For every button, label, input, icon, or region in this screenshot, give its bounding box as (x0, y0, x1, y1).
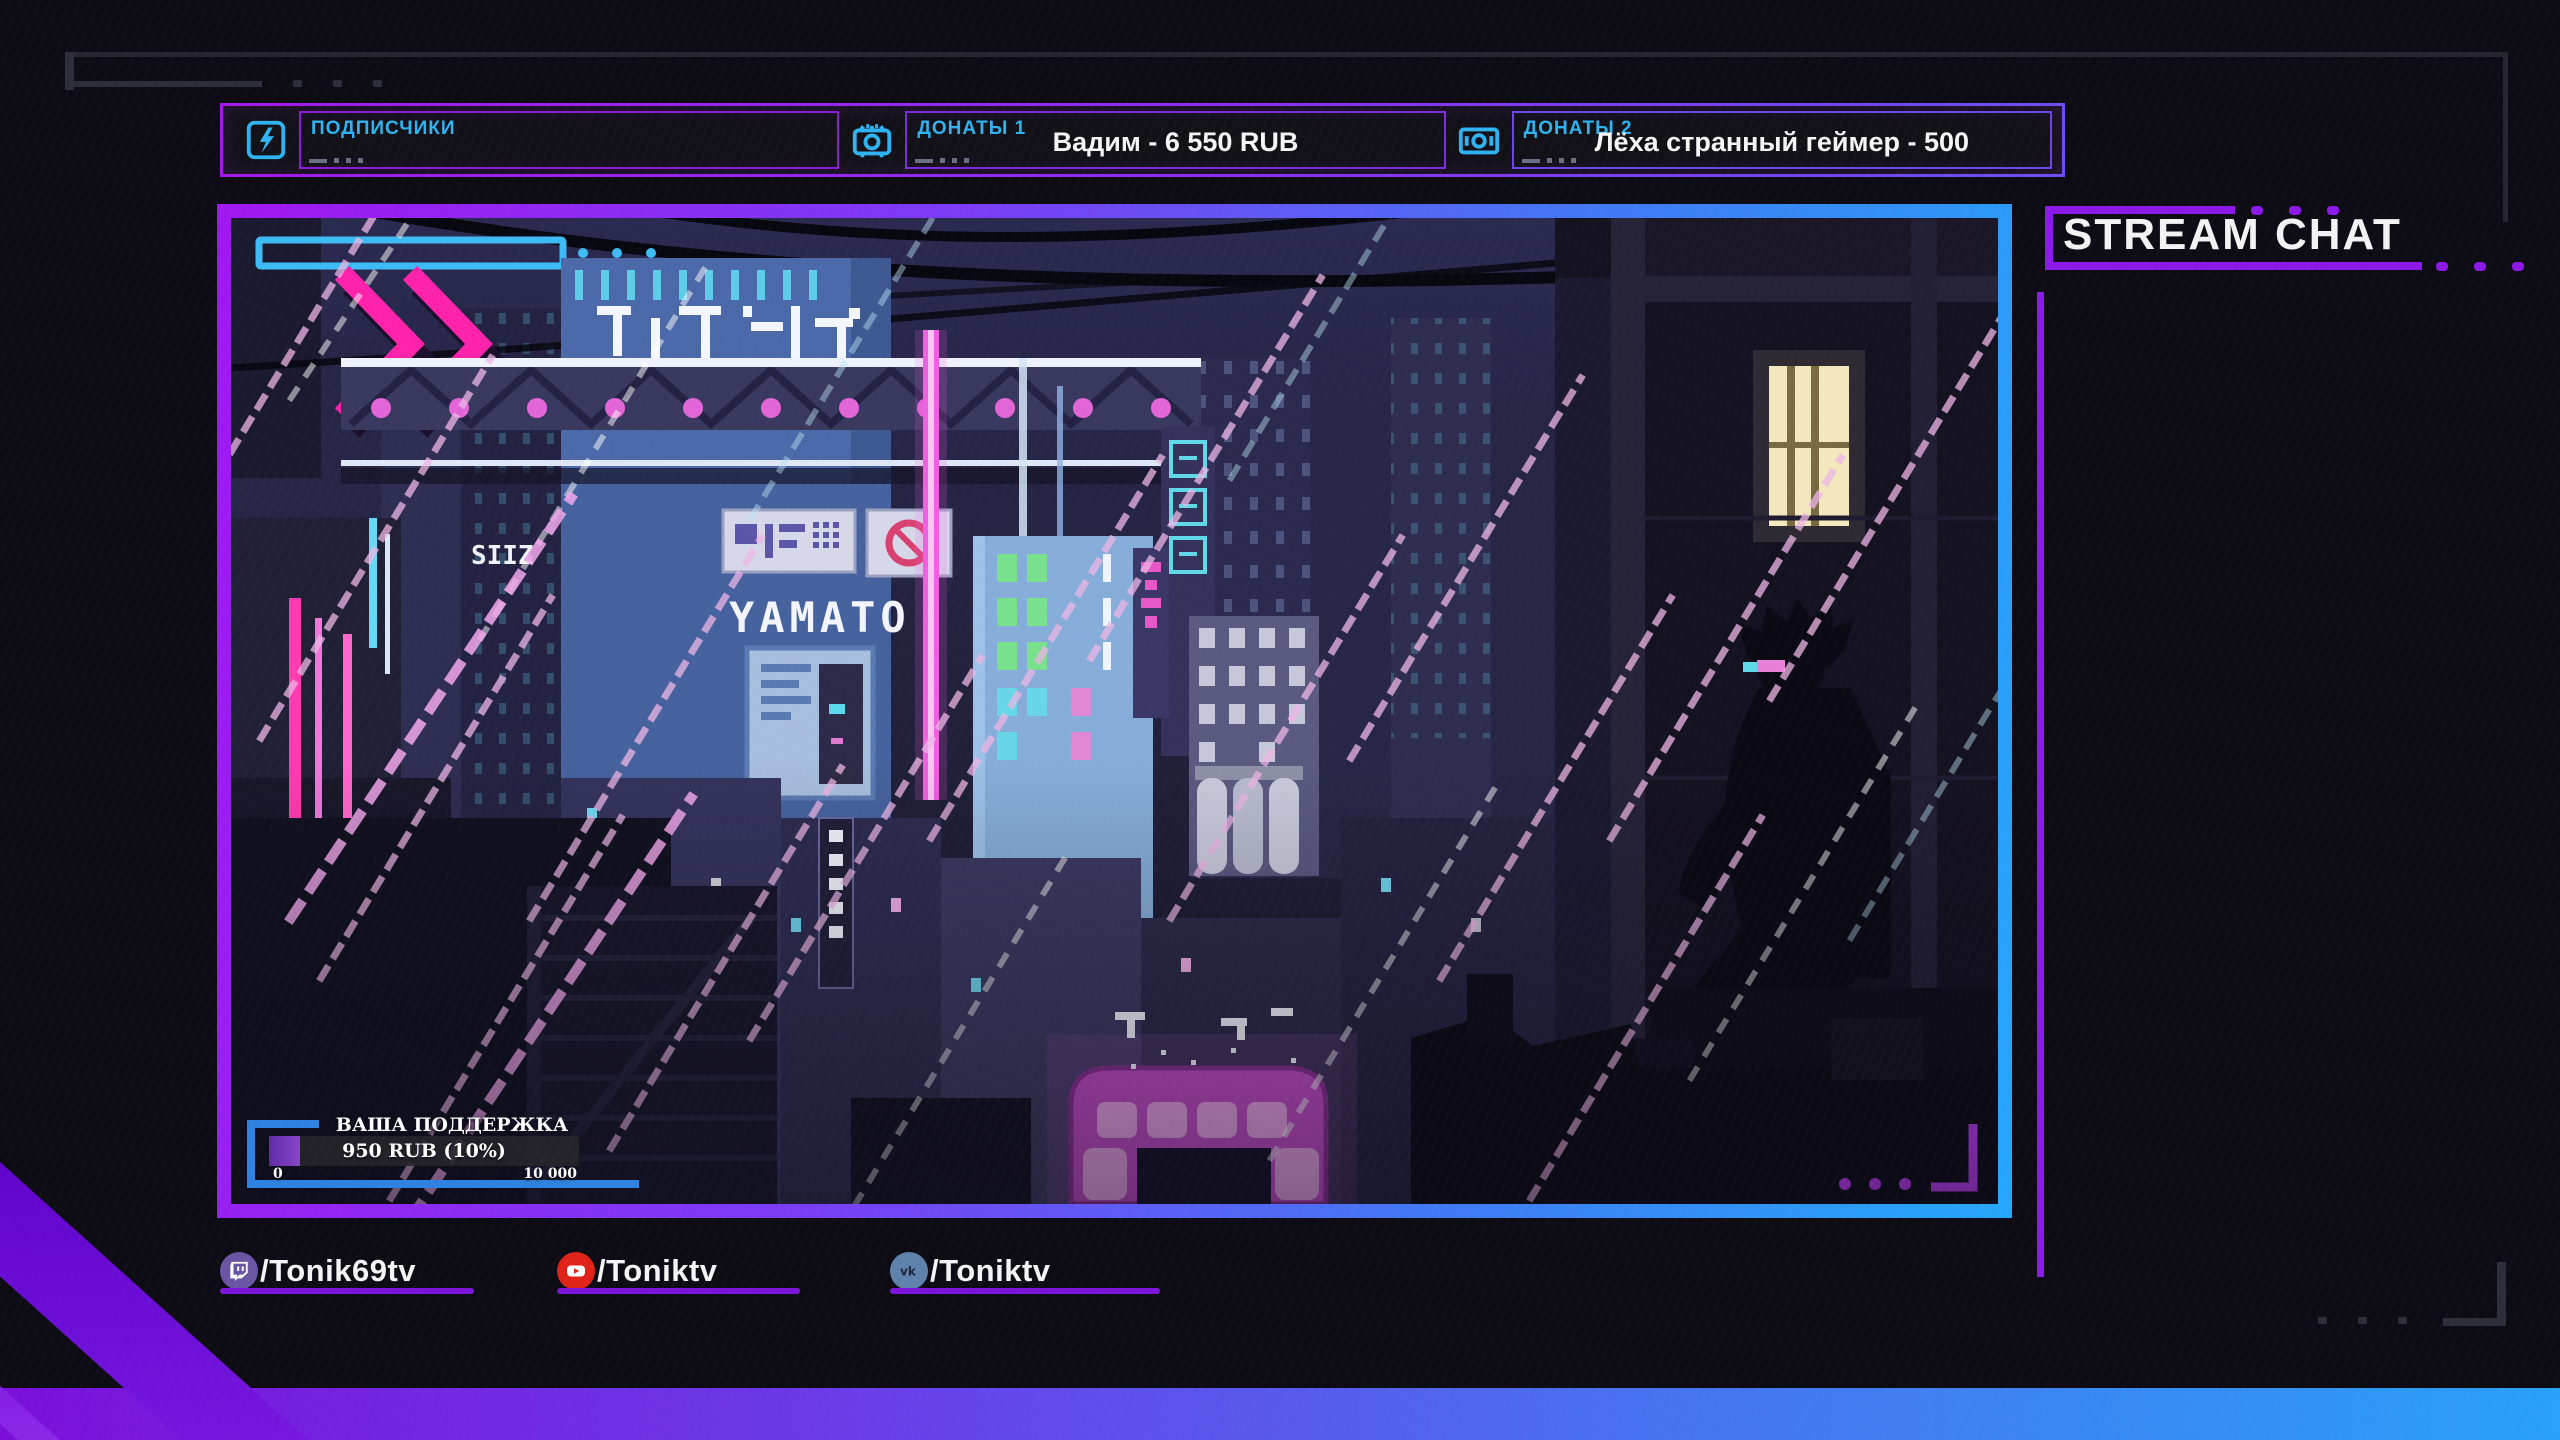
stream-overlay: ПОДПИСЧИКИ ДОНАТЫ 1 Вадим - 6 550 RUB ДО… (0, 0, 2560, 1440)
bottom-gradient-band (0, 1388, 2560, 1440)
bottom-right-dots (2398, 1317, 2407, 1324)
panel-decoration (915, 158, 970, 163)
top-left-dots (293, 80, 302, 87)
frame-top-line (65, 52, 2508, 57)
goal-bracket (247, 1120, 255, 1186)
bottom-right-bracket (2443, 1318, 2506, 1326)
vignette (231, 218, 1998, 1204)
top-left-bracket (74, 81, 262, 87)
goal-range-max: 10 000 (523, 1166, 577, 1182)
webcam-scene: YAMATO SIIZ (231, 218, 1998, 1204)
svg-text:vk: vk (900, 1265, 917, 1279)
twitch-icon (220, 1252, 258, 1290)
follower-bolt-icon (246, 120, 286, 160)
bottom-right-dots (2318, 1317, 2327, 1324)
alerts-topbar: ПОДПИСЧИКИ ДОНАТЫ 1 Вадим - 6 550 RUB ДО… (220, 103, 2065, 177)
vk-icon: vk (890, 1252, 928, 1290)
goal-range-min: 0 (273, 1166, 283, 1182)
support-goal-widget: ВАША ПОДДЕРЖКА 950 RUB (10%) 0 10 000 (247, 1114, 647, 1192)
top-left-dots (333, 80, 342, 87)
webcam-frame: YAMATO SIIZ (217, 204, 2012, 1218)
top-left-bracket (65, 52, 74, 90)
frame-right-line (2503, 52, 2508, 222)
donations1-panel: ДОНАТЫ 1 Вадим - 6 550 RUB (905, 111, 1446, 169)
stream-chat-header: STREAM CHAT (2045, 206, 2525, 286)
vk-handle: /Toniktv (930, 1253, 1051, 1288)
social-underline (890, 1288, 1160, 1294)
top-left-dots (373, 80, 382, 87)
donations1-value: Вадим - 6 550 RUB (1052, 126, 1299, 157)
bottom-right-dots (2358, 1317, 2367, 1324)
banknote-icon (1458, 127, 1499, 155)
youtube-handle: /Toniktv (597, 1253, 718, 1288)
scene-art: YAMATO SIIZ (231, 218, 1998, 1204)
donations2-value: Лёха странный геймер - 500 (1594, 126, 1970, 157)
social-underline (220, 1288, 474, 1294)
social-underline (557, 1288, 800, 1294)
donations2-panel: ДОНАТЫ 2 Лёха странный геймер - 500 (1511, 111, 2052, 169)
panel-decoration (309, 158, 363, 163)
subscribers-value (301, 113, 837, 167)
panel-decoration (1521, 158, 1576, 163)
goal-progress-bar: 950 RUB (10%) (269, 1136, 579, 1166)
goal-progress-label: 950 RUB (10%) (342, 1140, 506, 1162)
youtube-icon (557, 1252, 595, 1290)
bottom-right-bracket (2497, 1262, 2506, 1326)
goal-bracket (247, 1180, 639, 1188)
donation-cam-icon (853, 124, 892, 158)
stream-chat-divider (2037, 292, 2044, 1277)
subscribers-panel: ПОДПИСЧИКИ (299, 111, 840, 169)
goal-title: ВАША ПОДДЕРЖКА (335, 1114, 569, 1136)
twitch-handle: /Tonik69tv (260, 1253, 417, 1288)
stream-chat-title: STREAM CHAT (2063, 210, 2402, 259)
